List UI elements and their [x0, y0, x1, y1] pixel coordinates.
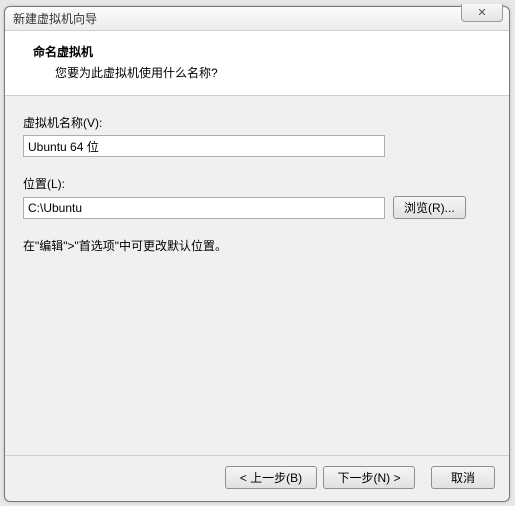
header-subtitle: 您要为此虚拟机使用什么名称?	[33, 64, 491, 81]
wizard-content: 虚拟机名称(V): 位置(L): 浏览(R)... 在"编辑">"首选项"中可更…	[5, 96, 509, 455]
new-vm-wizard-dialog: 新建虚拟机向导 ✕ 命名虚拟机 您要为此虚拟机使用什么名称? 虚拟机名称(V):…	[4, 6, 510, 502]
next-button[interactable]: 下一步(N) >	[323, 466, 415, 489]
location-row: 浏览(R)...	[23, 196, 491, 219]
back-button[interactable]: < 上一步(B)	[225, 466, 317, 489]
location-input[interactable]	[23, 197, 385, 219]
wizard-footer: < 上一步(B) 下一步(N) > 取消	[5, 455, 509, 501]
location-label: 位置(L):	[23, 175, 491, 192]
cancel-button[interactable]: 取消	[431, 466, 495, 489]
close-button[interactable]: ✕	[461, 4, 503, 22]
titlebar: 新建虚拟机向导 ✕	[5, 7, 509, 31]
window-title: 新建虚拟机向导	[13, 10, 97, 27]
hint-text: 在"编辑">"首选项"中可更改默认位置。	[23, 237, 491, 254]
browse-button[interactable]: 浏览(R)...	[393, 196, 466, 219]
vm-name-input[interactable]	[23, 135, 385, 157]
wizard-header: 命名虚拟机 您要为此虚拟机使用什么名称?	[5, 31, 509, 96]
close-icon: ✕	[477, 6, 486, 19]
header-title: 命名虚拟机	[33, 43, 491, 60]
vm-name-label: 虚拟机名称(V):	[23, 114, 491, 131]
